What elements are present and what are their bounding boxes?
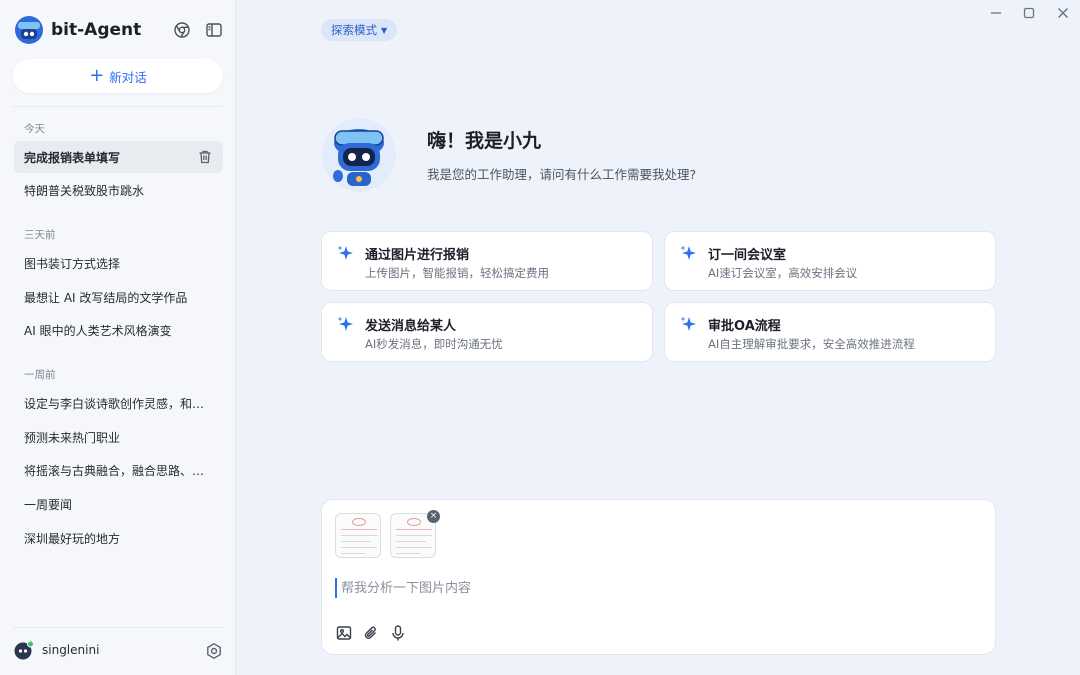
sparkle-icon: [336, 244, 354, 262]
remove-attachment-icon[interactable]: ×: [427, 510, 440, 523]
history-item[interactable]: 图书装订方式选择: [14, 247, 223, 279]
suggestion-card[interactable]: 发送消息给某人 AI秒发消息，即时沟通无忧: [321, 302, 653, 362]
attachment-thumbnail[interactable]: [335, 513, 381, 558]
paperclip-icon[interactable]: [362, 624, 380, 642]
card-description: AI自主理解审批要求，安全高效推进流程: [708, 337, 915, 351]
plus-icon: +: [89, 65, 105, 86]
minimize-icon[interactable]: [987, 4, 1005, 22]
chevron-down-icon: ▼: [381, 25, 388, 35]
history-item-title: 预测未来热门职业: [24, 430, 121, 445]
card-description: AI秒发消息，即时沟通无忧: [365, 337, 503, 351]
suggestion-card[interactable]: 通过图片进行报销 上传图片，智能报销，轻松搞定费用: [321, 231, 653, 291]
image-icon[interactable]: [335, 624, 353, 642]
history-item-title: 一周要闻: [24, 497, 73, 512]
history-item[interactable]: 设定与李白谈诗歌创作灵感，和爱…: [14, 387, 223, 419]
history-item-title: 完成报销表单填写: [24, 150, 121, 165]
new-chat-button[interactable]: + 新对话: [13, 59, 223, 93]
history-item[interactable]: 预测未来热门职业: [14, 421, 223, 453]
card-description: AI速订会议室，高效安排会议: [708, 266, 858, 280]
robot-logo-icon: [14, 15, 44, 45]
card-title: 发送消息给某人: [365, 319, 457, 334]
trash-icon[interactable]: [197, 149, 213, 165]
history-item[interactable]: AI 眼中的人类艺术风格演变: [14, 314, 223, 346]
greeting-subtitle: 我是您的工作助理，请问有什么工作需要我处理?: [427, 167, 697, 182]
avatar: [14, 640, 34, 660]
history-item[interactable]: 深圳最好玩的地方: [14, 522, 223, 554]
divider: [13, 106, 223, 107]
card-title: 订一间会议室: [708, 248, 787, 263]
greeting-title: 嗨！我是小九: [427, 130, 542, 152]
card-description: 上传图片，智能报销，轻松搞定费用: [365, 266, 549, 280]
user-name: singlenini: [42, 643, 100, 657]
history-item-title: AI 眼中的人类艺术风格演变: [24, 323, 172, 338]
close-icon[interactable]: [1054, 4, 1072, 22]
history-item[interactable]: 最想让 AI 改写结局的文学作品: [14, 281, 223, 313]
new-chat-label: 新对话: [109, 69, 147, 85]
history-item-title: 深圳最好玩的地方: [24, 531, 121, 546]
sparkle-icon: [679, 244, 697, 262]
maximize-icon[interactable]: [1020, 4, 1038, 22]
history-item-title: 设定与李白谈诗歌创作灵感，和爱…: [24, 396, 214, 411]
sparkle-icon: [336, 315, 354, 333]
user-profile[interactable]: singlenini: [14, 640, 99, 660]
history-item[interactable]: 一周要闻: [14, 488, 223, 520]
history-item[interactable]: 完成报销表单填写: [14, 141, 223, 173]
history-group-label: 三天前: [24, 229, 56, 241]
brand: bit-Agent: [14, 14, 141, 46]
sidebar-toggle-icon[interactable]: [205, 21, 223, 39]
assistant-avatar: [321, 117, 397, 193]
microphone-icon[interactable]: [389, 624, 407, 642]
suggestion-card[interactable]: 审批OA流程 AI自主理解审批要求，安全高效推进流程: [664, 302, 996, 362]
history-group-label: 今天: [24, 123, 45, 135]
mode-selector[interactable]: 探索模式 ▼: [321, 19, 398, 41]
history-item-title: 将摇滚与古典融合，融合思路、乐…: [24, 463, 214, 478]
sparkle-icon: [679, 315, 697, 333]
divider: [13, 627, 223, 628]
history-item-title: 特朗普关税致股市跳水: [24, 183, 145, 198]
chrome-icon[interactable]: [173, 21, 191, 39]
card-title: 通过图片进行报销: [365, 248, 470, 263]
settings-icon[interactable]: [205, 642, 223, 660]
history-group-label: 一周前: [24, 369, 56, 381]
composer: ×: [321, 499, 996, 655]
sidebar: bit-Agent + 新对话 今天 完成报销表单填写 特朗普关税致股市跳水 三…: [0, 0, 236, 675]
suggestion-card[interactable]: 订一间会议室 AI速订会议室，高效安排会议: [664, 231, 996, 291]
history-item[interactable]: 将摇滚与古典融合，融合思路、乐…: [14, 454, 223, 486]
message-input[interactable]: [335, 578, 975, 598]
history-item-title: 最想让 AI 改写结局的文学作品: [24, 290, 188, 305]
history-item-title: 图书装订方式选择: [24, 256, 121, 271]
app-name: bit-Agent: [51, 20, 142, 40]
card-title: 审批OA流程: [708, 319, 781, 334]
history-item[interactable]: 特朗普关税致股市跳水: [14, 174, 223, 206]
mode-label: 探索模式: [331, 23, 377, 37]
